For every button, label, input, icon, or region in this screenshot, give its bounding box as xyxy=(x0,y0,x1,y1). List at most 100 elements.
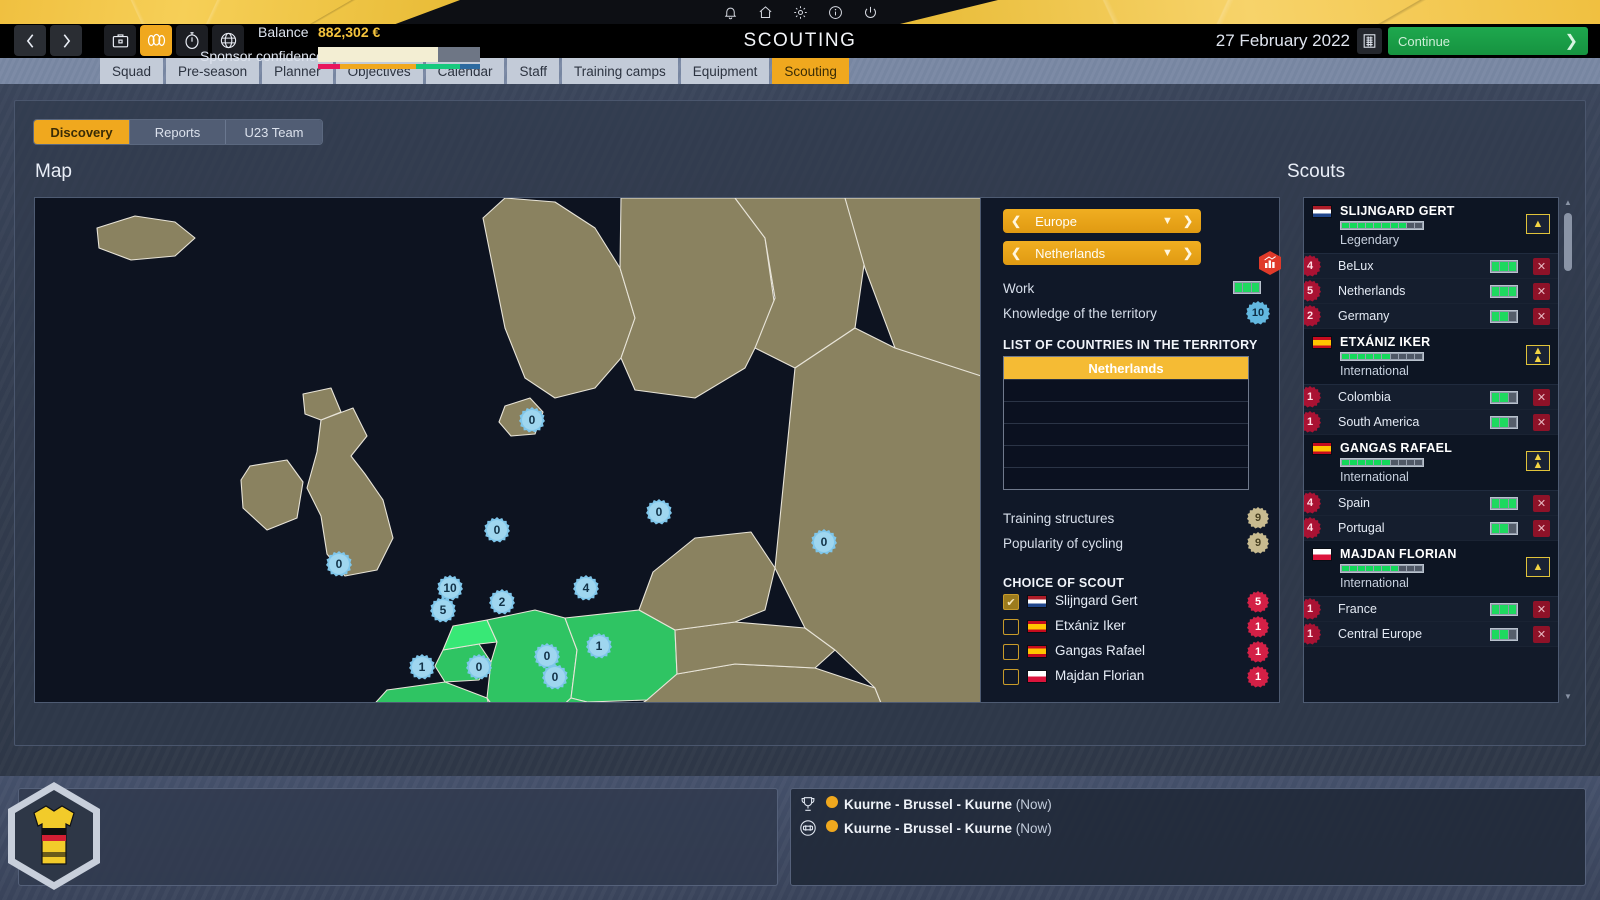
map-marker[interactable]: 0 xyxy=(484,517,510,543)
chevron-down-icon[interactable]: ▼ xyxy=(1162,215,1173,227)
map-marker[interactable]: 1 xyxy=(586,633,612,659)
country-list-row[interactable] xyxy=(1004,379,1248,401)
map-marker[interactable]: 0 xyxy=(646,499,672,525)
country-list-row[interactable] xyxy=(1004,445,1248,467)
continue-label: Continue xyxy=(1398,33,1451,49)
scout-card-header[interactable]: GANGAS RAFAEL International ▲ ▲ xyxy=(1304,435,1558,491)
map-marker[interactable]: 0 xyxy=(811,529,837,555)
scout-card-header[interactable]: ETXÁNIZ IKER International ▲ ▲ xyxy=(1304,329,1558,385)
report-chart-icon[interactable] xyxy=(1259,251,1281,275)
close-icon[interactable]: ✕ xyxy=(1533,601,1550,618)
scout-choice-badge: 5 xyxy=(1247,591,1269,613)
close-icon[interactable]: ✕ xyxy=(1533,520,1550,537)
close-icon[interactable]: ✕ xyxy=(1533,626,1550,643)
section-tab-staff[interactable]: Staff xyxy=(507,58,559,84)
chevron-up-icon[interactable]: ▲ xyxy=(1526,557,1550,577)
scout-card-header[interactable]: MAJDAN FLORIAN International ▲ xyxy=(1304,541,1558,597)
scout-card-header[interactable]: SLIJNGARD GERT Legendary ▲ xyxy=(1304,198,1558,254)
sponsor-segments xyxy=(318,64,480,69)
bell-icon[interactable] xyxy=(722,4,738,20)
sponsor-confidence-bar xyxy=(318,47,480,62)
scout-assignment-row[interactable]: 2 Germany ✕ xyxy=(1304,304,1558,329)
map-marker[interactable]: 5 xyxy=(430,597,456,623)
continent-selector[interactable]: ❮ Europe ▼ ❯ xyxy=(1003,209,1201,233)
tab-u23-team[interactable]: U23 Team xyxy=(226,120,322,144)
home-icon[interactable] xyxy=(757,4,773,20)
map-marker[interactable]: 0 xyxy=(519,407,545,433)
scout-choice-checkbox[interactable] xyxy=(1003,619,1019,635)
assignment-bars xyxy=(1490,310,1518,323)
country-list-row[interactable] xyxy=(1004,467,1248,489)
chevron-down-icon[interactable]: ▼ xyxy=(1162,247,1173,259)
section-tab-training-camps[interactable]: Training camps xyxy=(562,58,678,84)
news-item[interactable]: Kuurne - Brussel - Kuurne (Now) xyxy=(826,796,1052,812)
choice-of-scout-title: CHOICE OF SCOUT xyxy=(1003,576,1125,590)
close-icon[interactable]: ✕ xyxy=(1533,308,1550,325)
map-marker[interactable]: 1 xyxy=(409,654,435,680)
map-marker[interactable]: 2 xyxy=(489,589,515,615)
prev-continent-icon[interactable]: ❮ xyxy=(1011,214,1021,228)
scout-assignment-row[interactable]: 4 Portugal ✕ xyxy=(1304,516,1558,541)
close-icon[interactable]: ✕ xyxy=(1533,495,1550,512)
country-list-row[interactable] xyxy=(1004,423,1248,445)
flag-icon xyxy=(1027,620,1047,633)
scout-level-bar xyxy=(1340,221,1424,230)
next-continent-icon[interactable]: ❯ xyxy=(1183,214,1193,228)
gear-icon[interactable] xyxy=(792,4,808,20)
section-tab-scouting[interactable]: Scouting xyxy=(772,58,849,84)
chevron-right-icon: ❯ xyxy=(1564,33,1578,50)
scout-rank: International xyxy=(1340,470,1409,484)
scout-choice-checkbox[interactable] xyxy=(1003,644,1019,660)
scout-choice-name: Slijngard Gert xyxy=(1055,593,1138,608)
assignment-bars xyxy=(1490,522,1518,535)
scout-choice-name: Gangas Rafael xyxy=(1055,643,1146,658)
scrollbar-thumb[interactable] xyxy=(1564,213,1572,271)
team-jersey-badge[interactable] xyxy=(8,782,100,890)
close-icon[interactable]: ✕ xyxy=(1533,389,1550,406)
country-list-row[interactable] xyxy=(1004,401,1248,423)
country-selector[interactable]: ❮ Netherlands ▼ ❯ xyxy=(1003,241,1201,265)
map-marker[interactable]: 0 xyxy=(466,654,492,680)
next-country-icon[interactable]: ❯ xyxy=(1183,246,1193,260)
scout-assignment-row[interactable]: 1 Colombia ✕ xyxy=(1304,385,1558,410)
close-icon[interactable]: ✕ xyxy=(1533,414,1550,431)
country-list-row-selected[interactable]: Netherlands xyxy=(1004,357,1248,379)
section-tab-equipment[interactable]: Equipment xyxy=(680,58,770,84)
scout-assignment-row[interactable]: 5 Netherlands ✕ xyxy=(1304,279,1558,304)
chevron-double-up-icon[interactable]: ▲ ▲ xyxy=(1526,345,1550,365)
scout-assignment-row[interactable]: 1 South America ✕ xyxy=(1304,410,1558,435)
prev-country-icon[interactable]: ❮ xyxy=(1011,246,1021,260)
tab-reports[interactable]: Reports xyxy=(130,120,226,144)
map-marker[interactable]: 0 xyxy=(542,664,568,690)
date-block: 27 February 2022 xyxy=(1216,24,1382,58)
close-icon[interactable]: ✕ xyxy=(1533,283,1550,300)
close-icon[interactable]: ✕ xyxy=(1533,258,1550,275)
scout-assignment-row[interactable]: 4 Spain ✕ xyxy=(1304,491,1558,516)
info-icon[interactable] xyxy=(827,4,843,20)
scout-choice-value: 1 xyxy=(1254,621,1262,633)
scout-assignment-row[interactable]: 1 France ✕ xyxy=(1304,597,1558,622)
section-tab-squad[interactable]: Squad xyxy=(100,58,164,84)
scout-choice-checkbox[interactable] xyxy=(1003,669,1019,685)
assignment-badge: 1 xyxy=(1304,386,1321,408)
chevron-double-up-icon[interactable]: ▲ ▲ xyxy=(1526,451,1550,471)
scouts-scrollbar[interactable]: ▲ ▼ xyxy=(1563,197,1573,703)
assignment-value: 1 xyxy=(1306,416,1314,428)
tab-discovery[interactable]: Discovery xyxy=(34,120,130,144)
scout-assignment-row[interactable]: 1 Central Europe ✕ xyxy=(1304,622,1558,647)
scout-assignment-row[interactable]: 4 BeLux ✕ xyxy=(1304,254,1558,279)
news-item[interactable]: Kuurne - Brussel - Kuurne (Now) xyxy=(826,820,1052,836)
countries-list[interactable]: Netherlands xyxy=(1003,356,1249,490)
power-icon[interactable] xyxy=(862,4,878,20)
calendar-icon[interactable] xyxy=(1357,28,1382,54)
continue-button[interactable]: Continue ❯ xyxy=(1388,27,1588,55)
map-marker[interactable]: 4 xyxy=(573,575,599,601)
scroll-up-icon[interactable]: ▲ xyxy=(1564,199,1572,207)
chevron-up-icon[interactable]: ▲ xyxy=(1526,214,1550,234)
assignment-badge: 4 xyxy=(1304,492,1321,514)
scout-choice-checkbox[interactable] xyxy=(1003,594,1019,610)
map-marker[interactable]: 0 xyxy=(326,551,352,577)
popularity-badge: 9 xyxy=(1247,532,1269,554)
scroll-down-icon[interactable]: ▼ xyxy=(1564,693,1572,701)
scouts-list-panel[interactable]: SLIJNGARD GERT Legendary ▲ 4 BeLux ✕ 5 Netherla… xyxy=(1303,197,1559,703)
